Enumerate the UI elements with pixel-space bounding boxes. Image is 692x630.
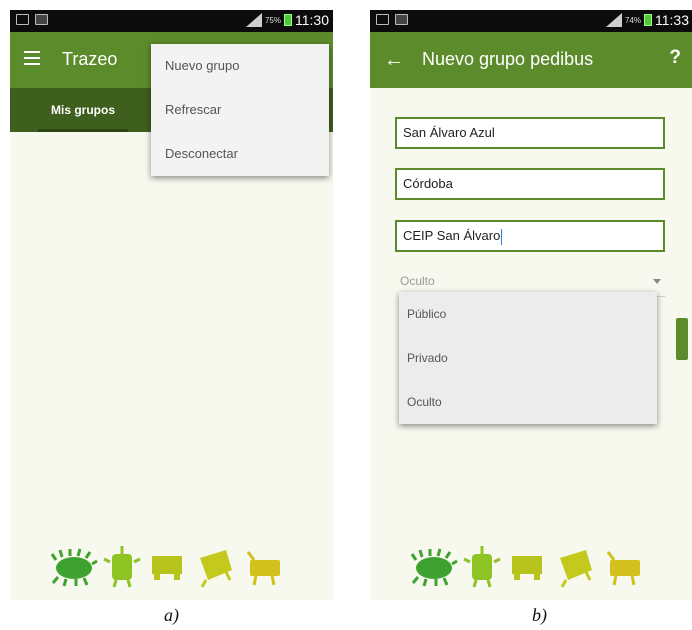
group-name-field[interactable]: San Álvaro Azul bbox=[395, 117, 665, 149]
status-bar: 75% 11:30 bbox=[10, 10, 333, 32]
visibility-selected-value: Oculto bbox=[400, 274, 435, 288]
school-field[interactable]: CEIP San Álvaro bbox=[395, 220, 665, 252]
battery-icon bbox=[644, 14, 652, 26]
app-title: Trazeo bbox=[62, 49, 118, 69]
menu-item-refrescar[interactable]: Refrescar bbox=[151, 88, 329, 132]
caption-a: a) bbox=[164, 605, 179, 625]
menu-item-nuevo-grupo[interactable]: Nuevo grupo bbox=[151, 44, 329, 88]
caption-b: b) bbox=[532, 605, 547, 625]
screen-b: 74% 11:33 ← Nuevo grupo pedibus ? San Ál… bbox=[370, 10, 692, 600]
battery-icon bbox=[284, 14, 292, 26]
mascots-illustration bbox=[410, 546, 640, 588]
city-value: Córdoba bbox=[403, 176, 453, 191]
gallery-notification-icon bbox=[16, 14, 29, 25]
screen-a: 75% 11:30 Trazeo Mis grupos Nuevo grupo … bbox=[10, 10, 333, 600]
school-value: CEIP San Álvaro bbox=[403, 228, 501, 243]
mascots-illustration bbox=[50, 546, 280, 588]
option-privado[interactable]: Privado bbox=[399, 336, 657, 380]
gallery-notification-icon bbox=[376, 14, 389, 25]
battery-percent: 74% bbox=[624, 15, 641, 25]
tab-label: Mis grupos bbox=[50, 103, 115, 117]
text-cursor bbox=[501, 228, 503, 245]
option-publico[interactable]: Público bbox=[399, 292, 657, 336]
menu-item-desconectar[interactable]: Desconectar bbox=[151, 132, 329, 176]
hamburger-menu-icon[interactable] bbox=[24, 51, 40, 69]
help-icon[interactable]: ? bbox=[669, 47, 681, 69]
tab-indicator bbox=[38, 129, 128, 132]
dropdown-arrow-icon bbox=[653, 279, 661, 284]
option-oculto[interactable]: Oculto bbox=[399, 380, 657, 424]
message-notification-icon bbox=[35, 14, 48, 25]
signal-icon bbox=[605, 13, 622, 27]
status-time: 11:30 bbox=[295, 12, 329, 28]
tab-mis-grupos[interactable]: Mis grupos bbox=[38, 88, 128, 132]
back-arrow-icon[interactable]: ← bbox=[384, 49, 404, 72]
signal-icon bbox=[245, 13, 262, 27]
page-title: Nuevo grupo pedibus bbox=[422, 49, 594, 69]
group-name-value: San Álvaro Azul bbox=[403, 125, 495, 140]
overflow-menu: Nuevo grupo Refrescar Desconectar bbox=[151, 44, 329, 176]
visibility-options-popup: Público Privado Oculto bbox=[399, 292, 657, 424]
create-group-button[interactable] bbox=[676, 318, 688, 360]
status-bar: 74% 11:33 bbox=[370, 10, 692, 32]
app-bar: ← Nuevo grupo pedibus ? bbox=[370, 32, 692, 88]
city-field[interactable]: Córdoba bbox=[395, 168, 665, 200]
status-time: 11:33 bbox=[655, 12, 689, 28]
message-notification-icon bbox=[395, 14, 408, 25]
battery-percent: 75% bbox=[264, 15, 281, 25]
